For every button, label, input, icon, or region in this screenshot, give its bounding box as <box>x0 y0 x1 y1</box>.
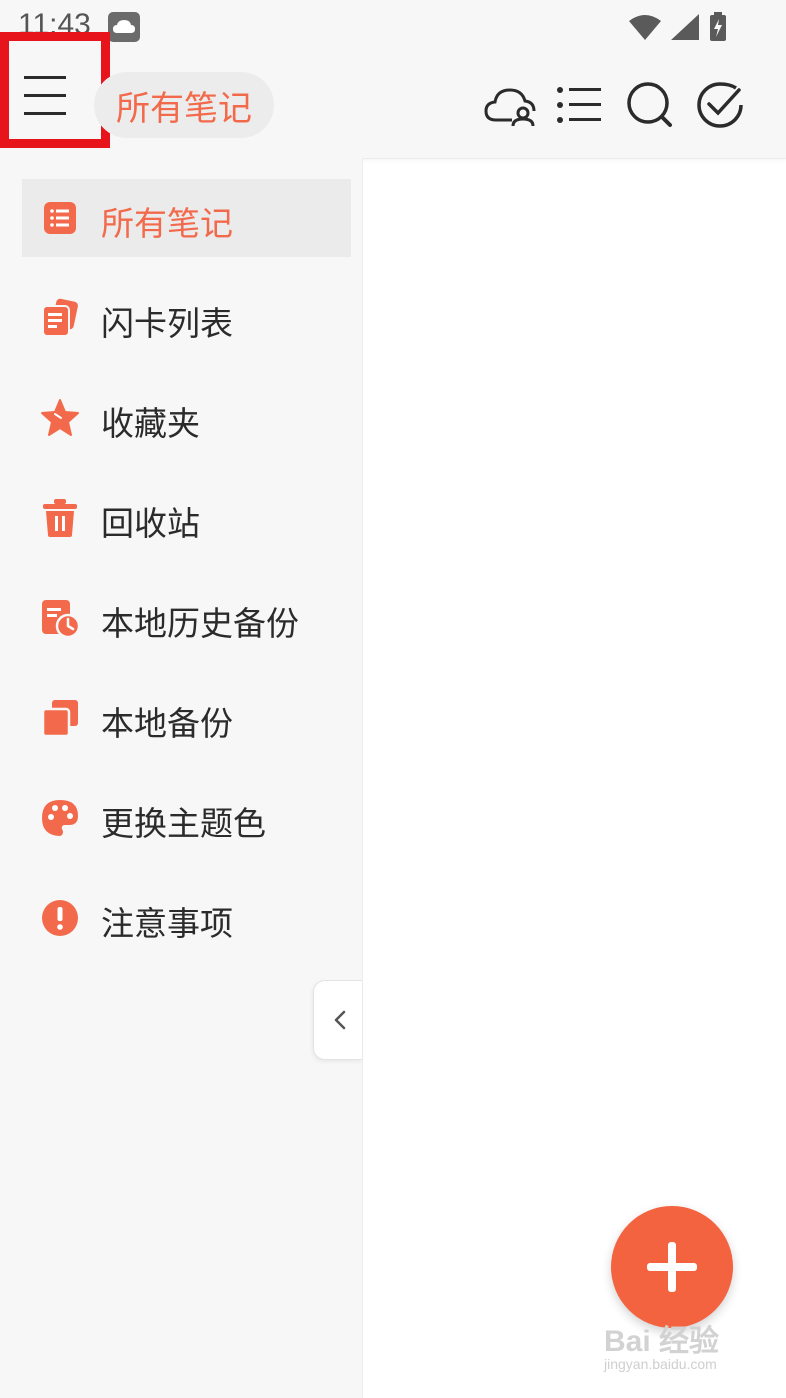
trash-icon <box>43 499 77 537</box>
signal-icon <box>671 14 699 40</box>
watermark: Bai 经验 <box>604 1325 720 1358</box>
collapse-drawer-button[interactable] <box>313 980 362 1060</box>
notes-list-icon <box>44 202 76 234</box>
nav-item-notes-precautions[interactable]: 注意事项 <box>22 879 351 957</box>
menu-icon <box>24 76 66 115</box>
add-note-button[interactable] <box>611 1206 733 1328</box>
nav-item-label: 本地历史备份 <box>101 604 299 643</box>
battery-charging-icon <box>710 12 726 41</box>
nav-item-change-theme-color[interactable]: 更换主题色 <box>22 779 351 857</box>
nav-item-flashcards[interactable]: 闪卡列表 <box>22 279 351 357</box>
status-icons <box>628 12 728 42</box>
search-icon[interactable] <box>622 76 682 136</box>
chevron-left-icon <box>334 1010 346 1030</box>
nav-item-local-backup[interactable]: 本地备份 <box>22 679 351 757</box>
weather-cloud-icon <box>108 12 140 42</box>
nav-item-favorites[interactable]: 收藏夹 <box>22 379 351 457</box>
flashcards-icon <box>42 298 78 337</box>
list-view-icon[interactable] <box>552 76 612 136</box>
nav-item-label: 所有笔记 <box>101 204 233 243</box>
navigation-drawer: 所有笔记 闪卡列表 收藏夹 回收站 本地历史备份 本地备份 更换主题色 注意事项 <box>0 158 363 1398</box>
nav-item-local-history-backup[interactable]: 本地历史备份 <box>22 579 351 657</box>
nav-item-label: 注意事项 <box>101 904 233 943</box>
nav-item-recycle-bin[interactable]: 回收站 <box>22 479 351 557</box>
alert-icon <box>42 900 78 936</box>
star-icon <box>41 399 79 436</box>
select-check-icon[interactable] <box>692 76 752 136</box>
nav-item-all-notes[interactable]: 所有笔记 <box>22 179 351 257</box>
wifi-icon <box>629 15 661 40</box>
backup-copies-icon <box>41 700 78 738</box>
nav-item-label: 更换主题色 <box>101 804 266 843</box>
plus-icon <box>647 1242 697 1292</box>
top-app-bar: 所有笔记 <box>0 32 786 159</box>
watermark-url: jingyan.baidu.com <box>604 1356 717 1372</box>
nav-item-label: 闪卡列表 <box>101 304 233 343</box>
cloud-account-icon[interactable] <box>482 76 542 136</box>
current-folder-chip[interactable]: 所有笔记 <box>94 72 274 138</box>
nav-item-label: 回收站 <box>101 504 200 543</box>
history-backup-icon <box>42 600 80 638</box>
nav-item-label: 本地备份 <box>101 704 233 743</box>
palette-icon <box>42 800 78 836</box>
nav-item-label: 收藏夹 <box>101 404 200 443</box>
